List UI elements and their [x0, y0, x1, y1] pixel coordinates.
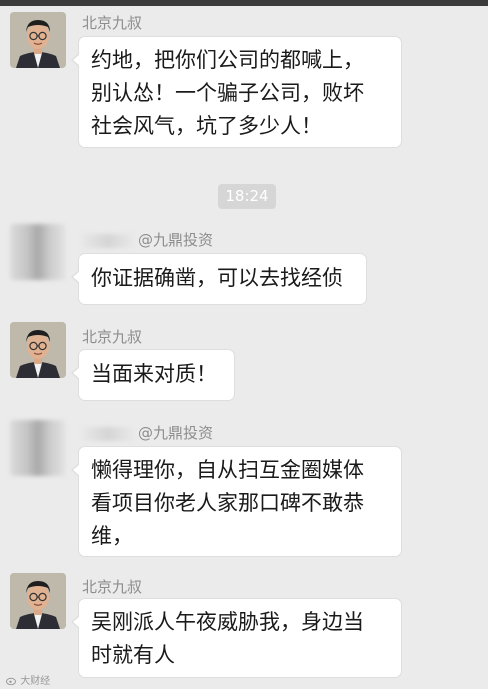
blurred-name [82, 426, 134, 441]
status-bar-strip [0, 0, 488, 6]
weibo-icon [6, 677, 16, 686]
message-bubble[interactable]: 你证据确凿，可以去找经侦 [71, 253, 367, 305]
message-bubble[interactable]: 约地，把你们公司的都喊上， 别认怂！一个骗子公司，败坏 社会风气，坑了多少人！ [71, 36, 402, 148]
sender-name-text: @九鼎投资 [138, 424, 214, 442]
sender-name: 北京九叔 [82, 328, 143, 346]
sender-name: @九鼎投资 [82, 229, 213, 250]
sender-name: @九鼎投资 [82, 422, 213, 443]
avatar[interactable] [10, 322, 66, 378]
avatar[interactable] [10, 420, 66, 476]
watermark-text: 大财经 [20, 676, 51, 687]
sender-name: 北京九叔 [82, 578, 143, 596]
avatar[interactable] [10, 12, 66, 68]
timestamp-badge: 18:24 [218, 184, 276, 209]
avatar[interactable] [10, 573, 66, 629]
watermark: 大财经 [6, 672, 50, 687]
blurred-name [82, 233, 134, 248]
message-bubble[interactable]: 懒得理你，自从扫互金圈媒体 看项目你老人家那口碑不敢恭 维， [71, 446, 402, 557]
sender-name: 北京九叔 [82, 14, 143, 32]
message-bubble[interactable]: 吴刚派人午夜威胁我，身边当 时就有人 [71, 598, 402, 678]
avatar[interactable] [10, 224, 66, 280]
sender-name-text: @九鼎投资 [138, 231, 214, 249]
message-bubble[interactable]: 当面来对质！ [71, 349, 235, 401]
